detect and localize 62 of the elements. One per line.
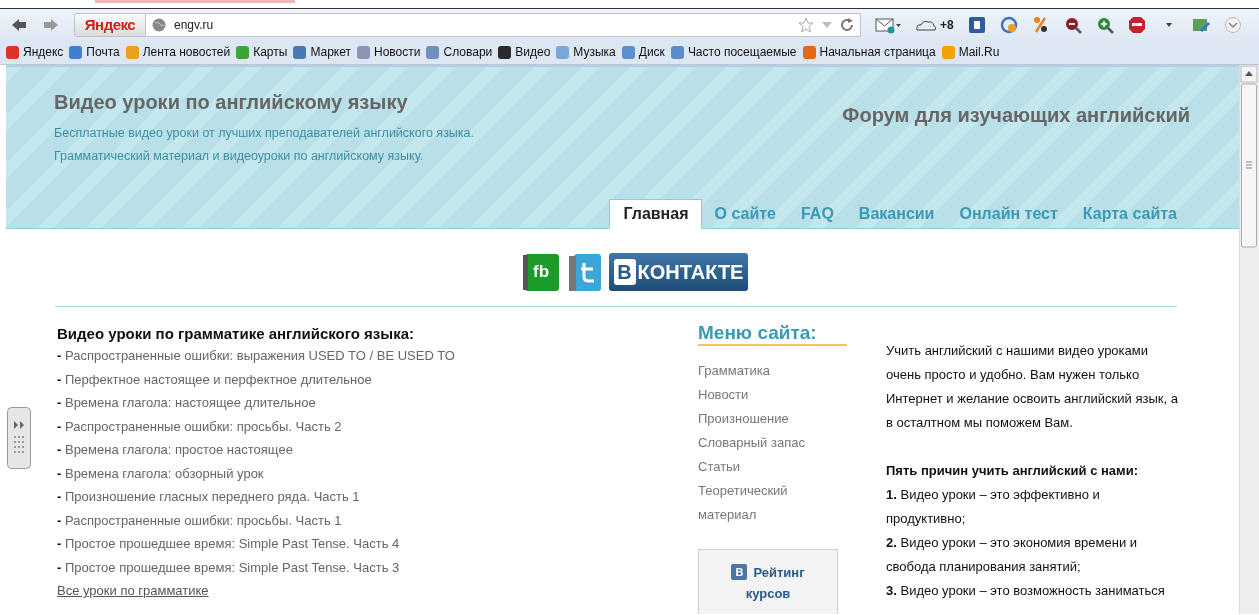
reload-icon[interactable] [840, 17, 854, 32]
mail-icon[interactable] [875, 15, 901, 34]
search-engine-button[interactable]: Яндекс [74, 12, 146, 37]
lesson-link[interactable]: - Распространенные ошибки: просьбы. Часть 1 [57, 508, 698, 532]
bookmark-link[interactable]: Видео [498, 45, 551, 59]
bookmark-link[interactable]: Лента новостей [125, 45, 231, 59]
back-arrow-icon [11, 17, 27, 32]
bookmark-link[interactable]: Почта [69, 45, 120, 59]
reasons-heading: Пять причин учить английский с нами: [886, 462, 1140, 480]
address-field[interactable]: engv.ru [146, 12, 861, 37]
lesson-link[interactable]: - Времена глагола: обзорный урок [57, 461, 698, 485]
reason-text: 2. Видео уроки – это экономия времени и свобода планирования занятий; [886, 534, 1139, 576]
lesson-link[interactable]: - Распространенные ошибки: просьбы. Часть 2 [57, 414, 698, 438]
site-subtitle: Бесплатные видео уроки от лучших преподавателей английского языка. [54, 125, 474, 142]
bookmark-link[interactable]: Музыка [556, 45, 616, 59]
zoom-out-icon[interactable] [1063, 15, 1082, 34]
forward-arrow-icon [43, 17, 59, 32]
bookmark-link[interactable]: Часто посещаемые [670, 45, 797, 59]
bookmark-link[interactable]: Яндекс [6, 45, 64, 59]
percent-icon[interactable] [1031, 15, 1050, 34]
chevron-icon[interactable] [1223, 15, 1242, 34]
bookmark-link[interactable]: Словари [426, 45, 493, 59]
nav-tab[interactable]: Главная [609, 199, 702, 229]
lesson-link[interactable]: - Простое прошедшее время: Simple Past Tense. Часть 4 [57, 532, 698, 556]
bookmark-link[interactable]: Новости [357, 45, 421, 59]
lesson-link[interactable]: - Простое прошедшее время: Simple Past Tense. Часть 3 [57, 555, 698, 579]
lesson-link[interactable]: - Распространенные ошибки: выражения USED TO / BE USED TO [57, 344, 698, 368]
site-title: Видео уроки по английскому языку [54, 91, 409, 114]
lesson-link[interactable]: - Времена глагола: настоящее длительное [57, 391, 698, 415]
menu-link[interactable]: Новости [698, 383, 823, 407]
rating-link[interactable]: В Рейтинг курсов [698, 549, 838, 614]
star-icon[interactable] [798, 16, 814, 33]
menu-heading: Меню сайта: [698, 322, 847, 346]
menu-link[interactable]: Статьи [698, 455, 823, 479]
menu-link[interactable]: Произношение [698, 407, 823, 431]
weather-count: +8 [940, 17, 954, 32]
forum-link[interactable]: Форум для изучающих английский [842, 104, 1190, 168]
bookmark-link[interactable]: Начальная страница [802, 45, 936, 59]
bookmark-link[interactable]: Маркет [293, 45, 352, 59]
section-heading: Видео уроки по грамматике английского языка: [57, 325, 415, 342]
twitter-book-icon[interactable] [566, 251, 603, 293]
menu-link[interactable]: Словарный запас [698, 431, 823, 455]
vkontakte-button[interactable]: В КОНТАКТЕ [608, 253, 749, 291]
bookmark-link[interactable]: Диск [621, 45, 665, 59]
menu-link[interactable]: Грамматика [698, 359, 823, 383]
globe-icon [152, 17, 166, 32]
bookmark-link[interactable]: Карты [236, 45, 288, 59]
reason-text: 1. Видео уроки – это эффективно и продуктивно; [886, 486, 1101, 528]
menu-link[interactable]: Теоретический материал [698, 479, 823, 527]
intro-text: Учить английский с нашими видео уроками очень просто и удобно. Вам нужен только Интернет и желание освоить английский язык, а в осталтном мы поможем Вам. [886, 342, 1178, 432]
lesson-link[interactable]: - Произношение гласных переднего ряда. Часть 1 [57, 485, 698, 509]
bookmark-link[interactable]: Mail.Ru [941, 45, 1000, 59]
sidebar-toggle-icon[interactable] [7, 407, 31, 469]
square-app-icon[interactable] [967, 15, 986, 34]
lesson-link[interactable]: - Времена глагола: простое настоящее [57, 438, 698, 462]
zoom-in-icon[interactable] [1095, 15, 1114, 34]
lesson-link[interactable]: - Перфектное настоящее и перфектное длительное [57, 367, 698, 391]
adblock-icon[interactable] [1127, 15, 1146, 34]
address-text: engv.ru [174, 17, 215, 32]
all-lessons-link[interactable]: Все уроки по грамматике [57, 583, 209, 598]
reason-text: 3. Видео уроки – это возможность заниматься [886, 582, 1166, 600]
site-subtitle: Грамматический материал и видеоуроки по английскому языку. [54, 148, 425, 165]
